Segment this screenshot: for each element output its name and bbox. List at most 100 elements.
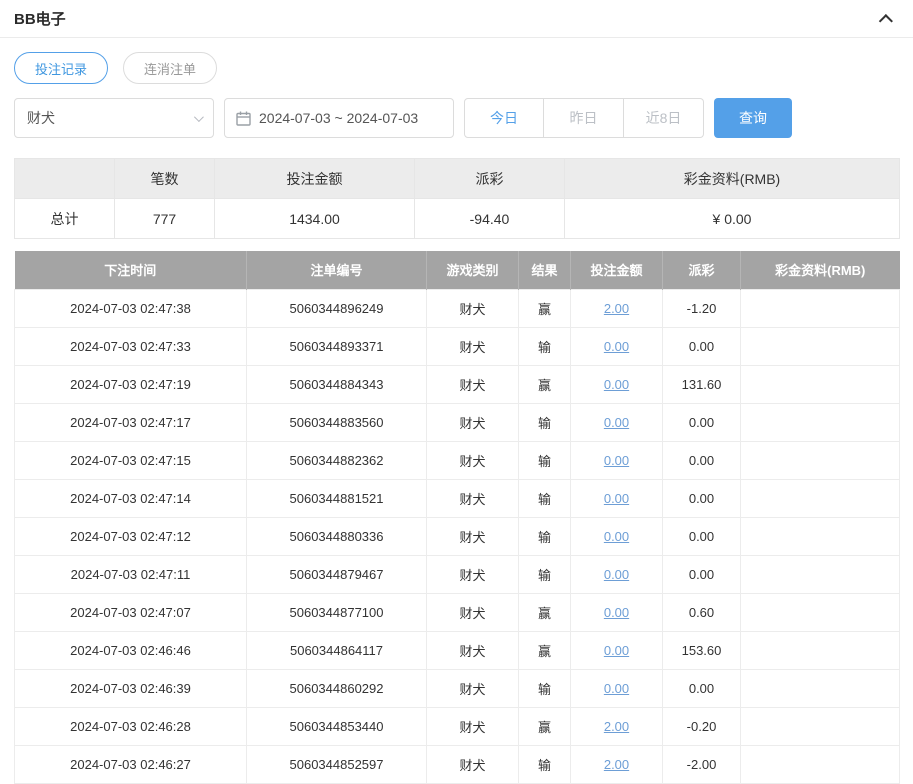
bet-amount-link[interactable]: 0.00 [604,491,629,506]
summary-count-value: 777 [114,198,215,239]
cell-payout: 131.60 [662,364,741,404]
table-row: 2024-07-03 02:47:38 5060344896249 财犬 赢 2… [14,288,900,328]
cell-game-type: 财犬 [426,706,519,746]
bet-amount-link[interactable]: 0.00 [604,529,629,544]
table-row: 2024-07-03 02:47:19 5060344884343 财犬 赢 0… [14,364,900,404]
cell-game-type: 财犬 [426,402,519,442]
column-header: 游戏类别 [426,251,519,289]
column-header: 下注时间 [14,251,247,289]
summary-total-label: 总计 [14,198,115,239]
cell-order-id: 5060344896249 [246,288,427,328]
cell-result: 输 [518,440,571,480]
cell-game-type: 财犬 [426,364,519,404]
cell-bet-time: 2024-07-03 02:47:33 [14,326,247,366]
cell-bet-amount: 0.00 [570,630,663,670]
bet-amount-link[interactable]: 0.00 [604,339,629,354]
bet-amount-link[interactable]: 2.00 [604,719,629,734]
cell-bet-time: 2024-07-03 02:47:17 [14,402,247,442]
cell-bet-time: 2024-07-03 02:47:07 [14,592,247,632]
cell-bonus [740,478,900,518]
cell-bet-time: 2024-07-03 02:46:46 [14,630,247,670]
summary-header-count: 笔数 [114,158,215,199]
chevron-down-icon [193,111,204,122]
cell-bet-amount: 0.00 [570,592,663,632]
cell-bonus [740,440,900,480]
summary-header-bet-amount: 投注金额 [214,158,415,199]
cell-payout: 0.00 [662,326,741,366]
cell-bet-amount: 0.00 [570,364,663,404]
cell-order-id: 5060344893371 [246,326,427,366]
cell-bonus [740,402,900,442]
table-row: 2024-07-03 02:46:28 5060344853440 财犬 赢 2… [14,706,900,746]
cell-result: 输 [518,554,571,594]
date-range-value: 2024-07-03 ~ 2024-07-03 [259,110,419,126]
cell-payout: 0.00 [662,554,741,594]
summary-table: 笔数 投注金额 派彩 彩金资料(RMB) 总计 777 1434.00 -94.… [14,158,900,239]
game-select[interactable]: 财犬 [14,98,214,138]
table-row: 2024-07-03 02:47:17 5060344883560 财犬 输 0… [14,402,900,442]
summary-header-bonus: 彩金资料(RMB) [564,158,900,199]
column-header: 注单编号 [246,251,427,289]
cell-result: 赢 [518,288,571,328]
column-header: 结果 [518,251,571,289]
cell-result: 赢 [518,364,571,404]
bet-amount-link[interactable]: 0.00 [604,681,629,696]
cell-payout: -2.00 [662,744,741,784]
cell-result: 输 [518,744,571,784]
table-row: 2024-07-03 02:46:39 5060344860292 财犬 输 0… [14,668,900,708]
records-body: 2024-07-03 02:47:38 5060344896249 财犬 赢 2… [14,288,900,784]
bet-amount-link[interactable]: 2.00 [604,757,629,772]
cell-bonus [740,630,900,670]
bet-amount-link[interactable]: 0.00 [604,567,629,582]
summary-total-row: 总计 777 1434.00 -94.40 ¥ 0.00 [14,198,900,239]
yesterday-button[interactable]: 昨日 [544,98,624,138]
cell-game-type: 财犬 [426,554,519,594]
tab-bet-records[interactable]: 投注记录 [14,52,109,84]
search-button[interactable]: 查询 [714,98,792,138]
cell-bet-time: 2024-07-03 02:46:27 [14,744,247,784]
table-row: 2024-07-03 02:47:07 5060344877100 财犬 赢 0… [14,592,900,632]
today-button[interactable]: 今日 [464,98,544,138]
summary-header-blank [14,158,115,199]
bet-amount-link[interactable]: 2.00 [604,301,629,316]
bet-amount-link[interactable]: 0.00 [604,453,629,468]
cell-game-type: 财犬 [426,592,519,632]
collapse-chevron-icon[interactable] [878,13,893,28]
cell-payout: 0.60 [662,592,741,632]
tab-cancelled-orders[interactable]: 连消注单 [123,52,218,84]
cell-order-id: 5060344879467 [246,554,427,594]
cell-game-type: 财犬 [426,478,519,518]
cell-order-id: 5060344884343 [246,364,427,404]
game-select-value: 财犬 [27,110,55,126]
records-header-row: 下注时间 注单编号 游戏类别 结果 投注金额 派彩 彩金资料(RMB) [14,251,900,289]
cell-bonus [740,364,900,404]
bet-amount-link[interactable]: 0.00 [604,415,629,430]
column-header: 派彩 [662,251,741,289]
cell-payout: 0.00 [662,478,741,518]
cell-bet-amount: 0.00 [570,326,663,366]
cell-game-type: 财犬 [426,668,519,708]
bb-games-panel: BB电子 投注记录 连消注单 财犬 2024-07-03 ~ 2024-07-0… [0,0,913,784]
cell-game-type: 财犬 [426,288,519,328]
summary-header-row: 笔数 投注金额 派彩 彩金资料(RMB) [14,158,900,199]
cell-bonus [740,326,900,366]
cell-bonus [740,668,900,708]
cell-bet-time: 2024-07-03 02:47:19 [14,364,247,404]
cell-bet-time: 2024-07-03 02:47:14 [14,478,247,518]
cell-result: 输 [518,668,571,708]
bet-amount-link[interactable]: 0.00 [604,377,629,392]
bet-amount-link[interactable]: 0.00 [604,643,629,658]
cell-payout: -1.20 [662,288,741,328]
cell-payout: 0.00 [662,402,741,442]
date-range-input[interactable]: 2024-07-03 ~ 2024-07-03 [224,98,454,138]
bet-amount-link[interactable]: 0.00 [604,605,629,620]
cell-bet-amount: 2.00 [570,288,663,328]
last8days-button[interactable]: 近8日 [624,98,704,138]
table-row: 2024-07-03 02:47:33 5060344893371 财犬 输 0… [14,326,900,366]
cell-bonus [740,554,900,594]
table-row: 2024-07-03 02:47:11 5060344879467 财犬 输 0… [14,554,900,594]
cell-order-id: 5060344853440 [246,706,427,746]
cell-bonus [740,744,900,784]
cell-bet-amount: 2.00 [570,744,663,784]
calendar-icon [236,111,251,126]
